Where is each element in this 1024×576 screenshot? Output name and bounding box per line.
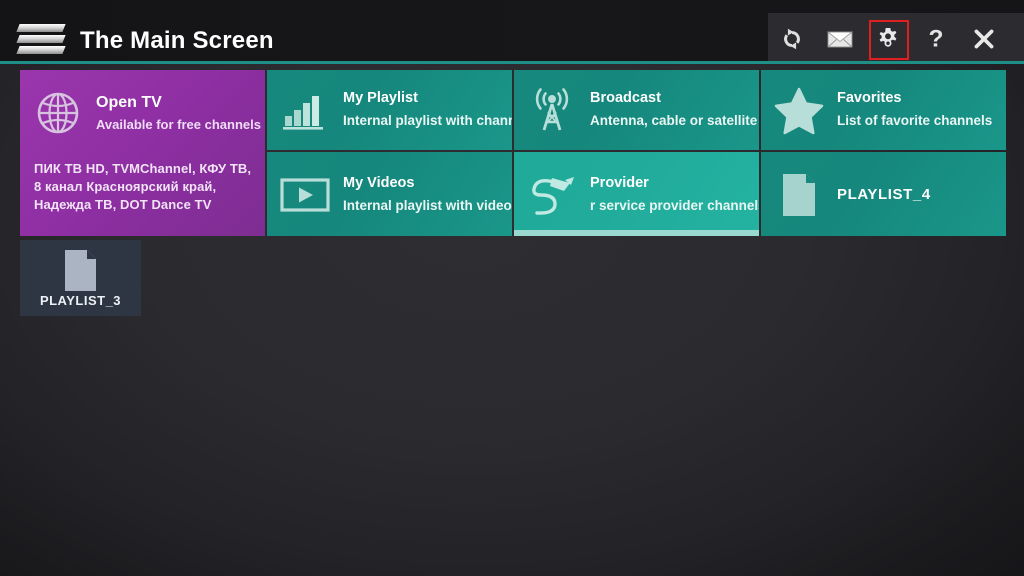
- tile-subtitle: Internal playlist with chann: [343, 113, 512, 129]
- document-icon: [761, 152, 837, 236]
- tile-text: Provider r service provider channels: [590, 173, 759, 216]
- provider-selection-indicator: [514, 230, 759, 236]
- globe-icon: [20, 70, 96, 156]
- tile-header-row: Broadcast Antenna, cable or satellite: [514, 70, 759, 150]
- tile-provider[interactable]: Provider r service provider channels: [514, 152, 759, 236]
- hamburger-menu-icon[interactable]: [16, 24, 66, 56]
- tile-my-playlist[interactable]: My Playlist Internal playlist with chann: [267, 70, 512, 150]
- video-play-icon: [267, 152, 343, 236]
- help-button[interactable]: ?: [919, 22, 953, 56]
- mail-button[interactable]: [823, 22, 857, 56]
- close-icon: [974, 29, 994, 49]
- tile-playlist-3[interactable]: PLAYLIST_3: [20, 240, 141, 316]
- tile-text: Favorites List of favorite channels: [837, 88, 1006, 131]
- tile-text: Open TV Available for free channels: [96, 91, 265, 136]
- tile-header-row: Open TV Available for free channels: [20, 70, 265, 156]
- tile-header-row: Provider r service provider channels: [514, 152, 759, 236]
- tile-subtitle: Available for free channels: [96, 116, 261, 132]
- tile-subtitle: List of favorite channels: [837, 113, 993, 129]
- tile-header-row: My Playlist Internal playlist with chann: [267, 70, 512, 150]
- question-mark-icon: ?: [929, 26, 944, 53]
- tile-title: PLAYLIST_3: [39, 293, 122, 308]
- tile-title: PLAYLIST_4: [837, 185, 931, 203]
- tile-favorites[interactable]: Favorites List of favorite channels: [761, 70, 1006, 150]
- tile-header-row: My Videos Internal playlist with video: [267, 152, 512, 236]
- open-tv-channel-list: ПИК ТВ HD, TVMChannel, КФУ ТВ, 8 канал К…: [34, 161, 252, 212]
- tile-title: Favorites: [837, 90, 902, 107]
- tile-open-tv[interactable]: Open TV Available for free channels ПИК …: [20, 70, 265, 236]
- hamburger-bar: [16, 46, 66, 54]
- tile-title: My Videos: [343, 175, 415, 192]
- tile-title: My Playlist: [343, 90, 418, 107]
- mail-icon: [826, 31, 854, 48]
- tile-text: My Playlist Internal playlist with chann: [343, 88, 512, 131]
- tile-subtitle: Antenna, cable or satellite: [590, 113, 758, 129]
- antenna-tower-icon: [514, 70, 590, 150]
- hamburger-bar: [16, 24, 66, 32]
- star-icon: [761, 70, 837, 150]
- tile-text: Broadcast Antenna, cable or satellite: [590, 88, 759, 131]
- tile-my-videos[interactable]: My Videos Internal playlist with video: [267, 152, 512, 236]
- tile-header-row: Favorites List of favorite channels: [761, 70, 1006, 150]
- tile-broadcast[interactable]: Broadcast Antenna, cable or satellite: [514, 70, 759, 150]
- svg-text:?: ?: [929, 26, 944, 53]
- tile-text: PLAYLIST_4: [837, 184, 1006, 207]
- tile-text: My Videos Internal playlist with video: [343, 173, 512, 216]
- tile-subtitle: Internal playlist with video: [343, 198, 512, 214]
- tile-title: Broadcast: [590, 90, 661, 107]
- refresh-icon: [784, 28, 800, 50]
- bar-chart-icon: [267, 70, 343, 150]
- plug-cable-icon: [514, 152, 590, 236]
- close-button[interactable]: [967, 22, 1001, 56]
- gear-icon: [879, 28, 897, 47]
- document-icon: [62, 248, 100, 299]
- app-header: The Main Screen ?: [0, 0, 1024, 63]
- tile-playlist-4[interactable]: PLAYLIST_4: [761, 152, 1006, 236]
- tile-subtitle: r service provider channels: [590, 198, 759, 214]
- tile-title: Open TV: [96, 93, 162, 111]
- tile-title: Provider: [590, 175, 649, 192]
- page-title: The Main Screen: [80, 27, 274, 54]
- settings-button[interactable]: [871, 22, 905, 56]
- header-divider: [0, 61, 1024, 64]
- refresh-button[interactable]: [775, 22, 809, 56]
- tile-header-row: PLAYLIST_4: [761, 152, 1006, 236]
- hamburger-bar: [16, 35, 66, 43]
